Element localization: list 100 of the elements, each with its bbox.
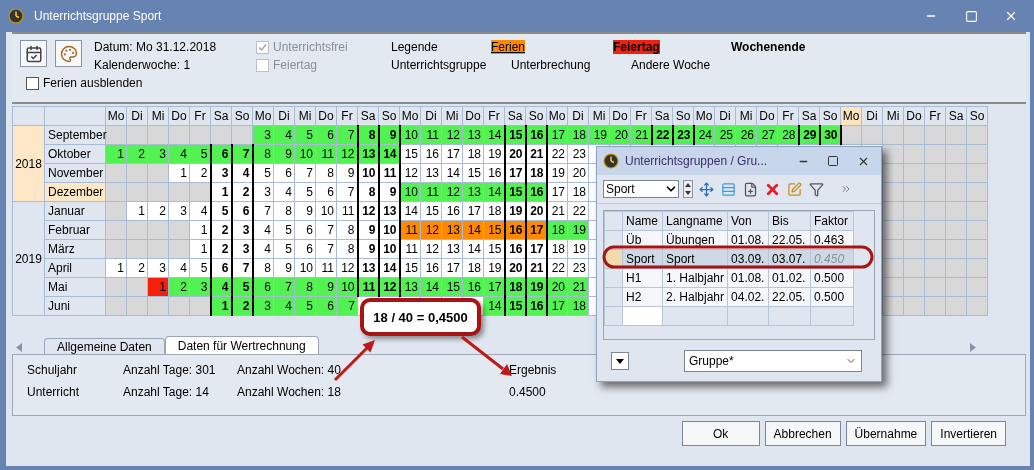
weekday-header: Mo xyxy=(252,106,274,126)
column-header[interactable]: Faktor xyxy=(810,211,854,231)
day-cell[interactable]: 8 xyxy=(357,125,379,145)
filter-icon[interactable] xyxy=(807,180,825,198)
weekday-header: So xyxy=(966,106,988,126)
weekday-header: Mi xyxy=(294,106,316,126)
weekday-header: Di xyxy=(714,106,736,126)
day-cell[interactable]: 22 xyxy=(651,125,673,145)
weekday-header: Do xyxy=(903,106,925,126)
dialog-button[interactable]: Abbrechen xyxy=(764,421,841,446)
weekday-header: Do xyxy=(462,106,484,126)
checkbox-label: Unterrichtsfrei xyxy=(273,40,348,54)
weekday-header: Di xyxy=(420,106,442,126)
stat-text: 0.4500 xyxy=(509,385,547,399)
legend-item: Ferien xyxy=(491,40,525,54)
checkbox-label: Feiertag xyxy=(273,58,318,72)
column-header[interactable]: Bis xyxy=(768,211,811,231)
weekday-header: Mo xyxy=(105,106,127,126)
dialog-button[interactable]: Invertieren xyxy=(931,421,1006,446)
column-header[interactable]: Name xyxy=(622,211,663,231)
weekday-header: Di xyxy=(126,106,148,126)
weekday-header: Mi xyxy=(441,106,463,126)
day-cell[interactable]: 6 xyxy=(210,144,232,164)
group-select[interactable]: Sport xyxy=(603,180,679,198)
weekday-header: Mi xyxy=(882,106,904,126)
weekday-header: Sa xyxy=(504,106,526,126)
scroll-right-icon[interactable] xyxy=(970,343,976,352)
maximize-icon[interactable] xyxy=(827,155,839,167)
weekday-header: Mo xyxy=(693,106,715,126)
stat-text: Anzahl Wochen: 18 xyxy=(237,385,342,399)
calendar-button[interactable] xyxy=(20,40,47,67)
checkbox[interactable] xyxy=(26,76,39,90)
weekday-header: Sa xyxy=(357,106,379,126)
weekday-header: Do xyxy=(315,106,337,126)
weekday-header: Do xyxy=(168,106,190,126)
weekday-header: So xyxy=(231,106,253,126)
year-cell[interactable]: 2018 xyxy=(12,125,45,202)
stat-text: Anzahl Wochen: 40 xyxy=(237,363,342,377)
stat-text: Unterricht xyxy=(27,385,80,399)
weekday-header: Do xyxy=(609,106,631,126)
legend-item: Unterbrechung xyxy=(511,58,591,72)
scroll-left-icon[interactable] xyxy=(16,343,22,352)
caret-icon[interactable] xyxy=(616,358,624,364)
column-header[interactable]: Von xyxy=(727,211,769,231)
year-cell[interactable]: 2019 xyxy=(12,201,45,316)
weekday-header: Fr xyxy=(189,106,211,126)
weekday-header: So xyxy=(672,106,694,126)
weekday-header: Sa xyxy=(651,106,673,126)
legend-item: Legende xyxy=(391,40,438,54)
week-label: Kalenderwoche: 1 xyxy=(94,58,192,72)
weekday-header: Mo xyxy=(546,106,568,126)
stat-text: Anzahl Tage: 301 xyxy=(123,363,217,377)
weekday-header: So xyxy=(819,106,841,126)
stat-text: Schuljahr xyxy=(27,363,79,377)
weekday-header: Do xyxy=(756,106,778,126)
weekday-header: Di xyxy=(567,106,589,126)
weekday-header: Mo xyxy=(840,106,862,126)
weekday-header: So xyxy=(525,106,547,126)
group-combo[interactable]: Gruppe* xyxy=(684,350,862,372)
column-header[interactable]: Langname xyxy=(662,211,728,231)
weekday-header: Mi xyxy=(147,106,169,126)
spinner-icon[interactable] xyxy=(683,180,693,198)
dropdown-button[interactable] xyxy=(611,352,629,370)
weekday-header: Sa xyxy=(945,106,967,126)
tab[interactable]: Allgemeine Daten xyxy=(44,338,165,354)
clock-icon xyxy=(8,8,24,24)
close-icon[interactable] xyxy=(1004,9,1018,23)
weekday-header: Sa xyxy=(210,106,232,126)
dialog-button[interactable]: Übernahme xyxy=(845,421,927,446)
palette-button[interactable] xyxy=(55,40,82,67)
dialog-button[interactable]: Ok xyxy=(681,421,760,446)
arrow xyxy=(461,335,512,376)
weekday-header: Di xyxy=(273,106,295,126)
weekday-header: Sa xyxy=(798,106,820,126)
weekday-header: So xyxy=(378,106,400,126)
legend-item: Unterrichtsgruppe xyxy=(391,58,487,72)
stat-text: Ergebnis xyxy=(509,363,558,377)
stat-text: Anzahl Tage: 14 xyxy=(123,385,210,399)
weekday-header: Mi xyxy=(735,106,757,126)
legend-item: Wochenende xyxy=(731,40,806,54)
legend-item: Andere Woche xyxy=(631,58,711,72)
edit-icon[interactable] xyxy=(785,180,803,198)
legend-item: Feiertag xyxy=(613,40,660,54)
day-cell[interactable]: 15 xyxy=(504,125,526,145)
popup-title: Unterrichtsgruppen / Gru... xyxy=(625,154,769,168)
weekday-header: Fr xyxy=(483,106,505,126)
weekday-header: Fr xyxy=(630,106,652,126)
weekday-header: Mo xyxy=(399,106,421,126)
weekday-header: Fr xyxy=(924,106,946,126)
checkbox-label: Ferien ausblenden xyxy=(43,76,143,90)
weekday-header: Mi xyxy=(588,106,610,126)
move-icon[interactable] xyxy=(697,180,715,198)
day-cell[interactable]: 29 xyxy=(798,125,820,145)
window-title: Unterrichtsgruppe Sport xyxy=(34,9,163,23)
formula-callout: 18 / 40 = 0,4500 xyxy=(360,298,481,336)
tab[interactable]: Daten für Wertrechnung xyxy=(164,336,319,354)
weekday-header: Fr xyxy=(777,106,799,126)
weekday-header: Di xyxy=(861,106,883,126)
clock-icon xyxy=(603,153,619,169)
date-label: Datum: Mo 31.12.2018 xyxy=(94,40,218,54)
